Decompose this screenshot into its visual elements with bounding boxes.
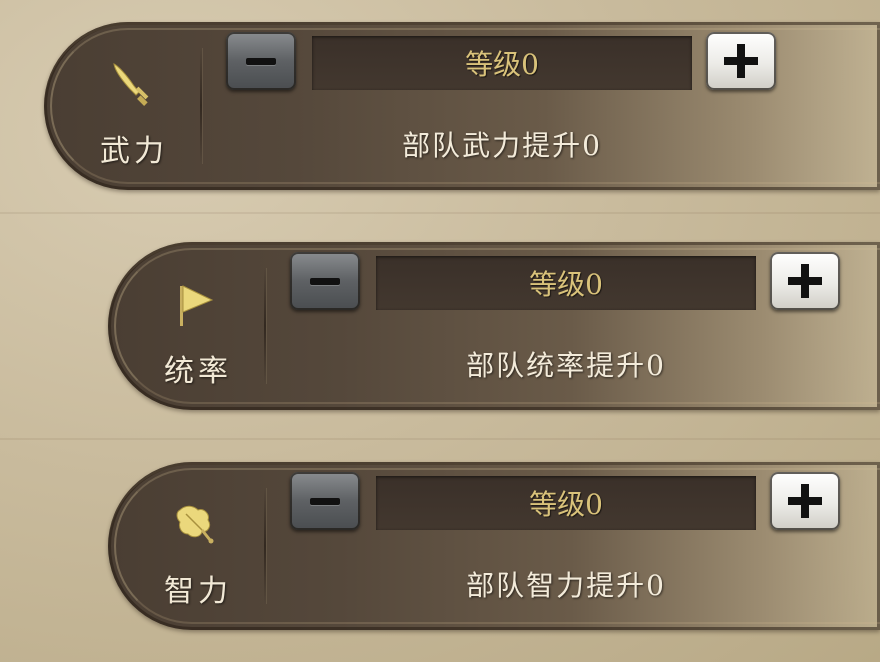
- stat-name: 武力: [100, 134, 168, 169]
- increase-button[interactable]: [706, 32, 776, 90]
- stat-panel-command: 统率 等级0 部队统率提升0: [108, 242, 880, 410]
- stat-panel-force: 武力 等级0 部队武力提升0: [44, 22, 880, 190]
- stat-icon-column: 统率: [108, 242, 268, 410]
- stat-name: 统率: [164, 354, 232, 389]
- level-display: 等级0: [376, 476, 756, 530]
- minus-icon: [310, 497, 340, 505]
- plus-icon: [724, 44, 758, 78]
- level-text: 等级0: [529, 488, 603, 521]
- paper-texture-line: [0, 212, 880, 214]
- minus-icon: [310, 277, 340, 285]
- decrease-button[interactable]: [226, 32, 296, 90]
- leaf-fan-icon: [176, 505, 214, 544]
- increase-button[interactable]: [770, 252, 840, 310]
- divider: [264, 268, 266, 384]
- minus-icon: [246, 57, 276, 65]
- plus-icon: [788, 264, 822, 298]
- level-text: 等级0: [529, 268, 603, 301]
- plus-icon: [788, 484, 822, 518]
- increase-button[interactable]: [770, 472, 840, 530]
- divider: [200, 48, 202, 164]
- stat-name: 智力: [164, 574, 232, 609]
- sword-icon: [113, 63, 149, 106]
- boost-description: 部队统率提升0: [466, 349, 666, 382]
- paper-texture-line: [0, 438, 880, 440]
- decrease-button[interactable]: [290, 472, 360, 530]
- stat-panel-intelligence: 智力 等级0 部队智力提升0: [108, 462, 880, 630]
- boost-description: 部队智力提升0: [466, 569, 666, 602]
- boost-description: 部队武力提升0: [402, 129, 602, 162]
- level-text: 等级0: [465, 48, 539, 81]
- decrease-button[interactable]: [290, 252, 360, 310]
- flag-icon: [180, 285, 214, 326]
- stat-icon-column: 武力: [44, 22, 204, 190]
- level-display: 等级0: [376, 256, 756, 310]
- stat-icon-column: 智力: [108, 462, 268, 630]
- divider: [264, 488, 266, 604]
- level-display: 等级0: [312, 36, 692, 90]
